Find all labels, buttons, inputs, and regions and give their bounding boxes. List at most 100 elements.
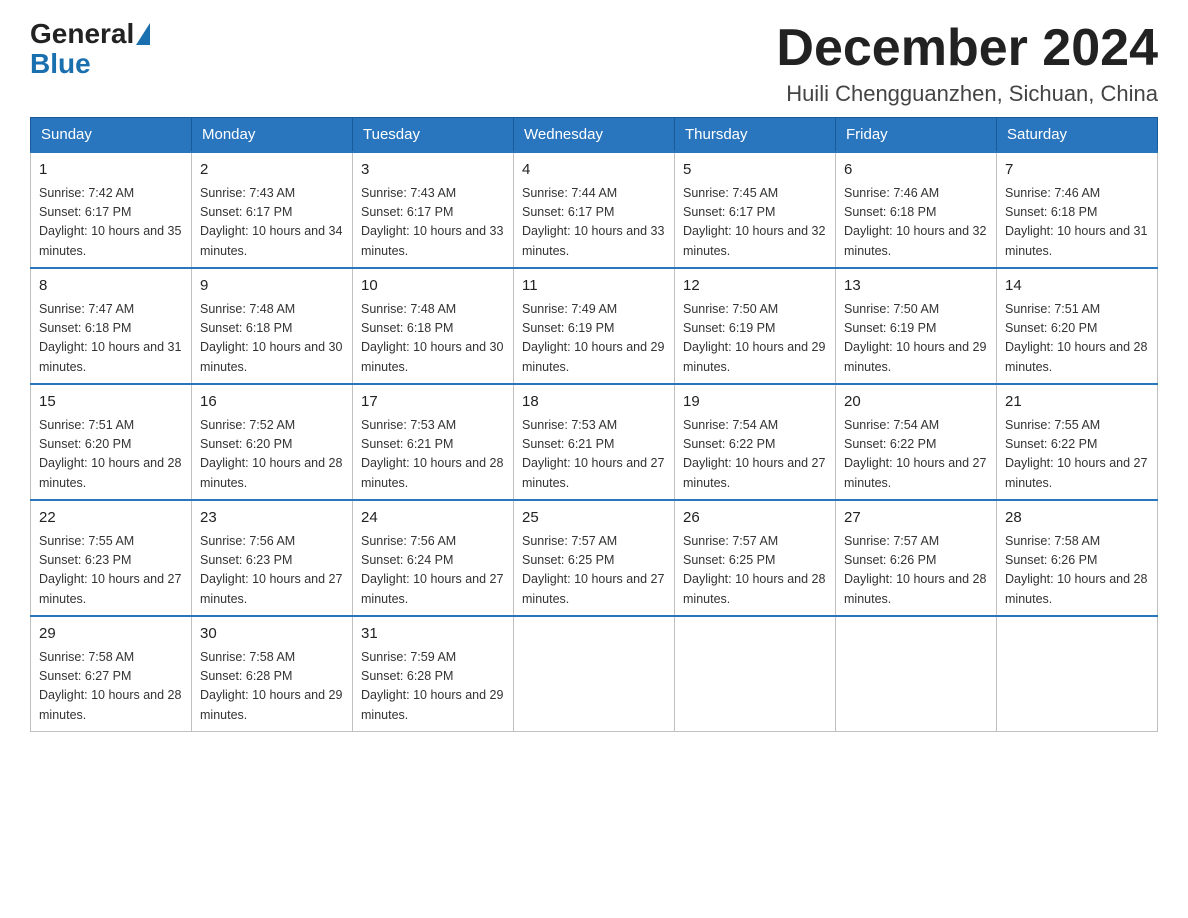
- calendar-day-cell: 7Sunrise: 7:46 AMSunset: 6:18 PMDaylight…: [997, 152, 1158, 268]
- month-year-title: December 2024: [776, 20, 1158, 77]
- calendar-day-cell: 25Sunrise: 7:57 AMSunset: 6:25 PMDayligh…: [514, 500, 675, 616]
- day-number: 30: [200, 623, 344, 646]
- day-number: 14: [1005, 275, 1149, 298]
- calendar-day-cell: 30Sunrise: 7:58 AMSunset: 6:28 PMDayligh…: [192, 616, 353, 732]
- day-info: Sunrise: 7:46 AMSunset: 6:18 PMDaylight:…: [1005, 184, 1149, 262]
- calendar-day-cell: 1Sunrise: 7:42 AMSunset: 6:17 PMDaylight…: [31, 152, 192, 268]
- day-number: 7: [1005, 159, 1149, 182]
- day-info: Sunrise: 7:52 AMSunset: 6:20 PMDaylight:…: [200, 416, 344, 494]
- day-number: 23: [200, 507, 344, 530]
- day-info: Sunrise: 7:43 AMSunset: 6:17 PMDaylight:…: [361, 184, 505, 262]
- calendar-table: SundayMondayTuesdayWednesdayThursdayFrid…: [30, 117, 1158, 732]
- day-number: 22: [39, 507, 183, 530]
- calendar-day-cell: 4Sunrise: 7:44 AMSunset: 6:17 PMDaylight…: [514, 152, 675, 268]
- day-number: 2: [200, 159, 344, 182]
- calendar-week-row: 1Sunrise: 7:42 AMSunset: 6:17 PMDaylight…: [31, 152, 1158, 268]
- day-info: Sunrise: 7:57 AMSunset: 6:25 PMDaylight:…: [683, 532, 827, 610]
- calendar-day-cell: 27Sunrise: 7:57 AMSunset: 6:26 PMDayligh…: [836, 500, 997, 616]
- day-info: Sunrise: 7:59 AMSunset: 6:28 PMDaylight:…: [361, 648, 505, 726]
- calendar-day-cell: 31Sunrise: 7:59 AMSunset: 6:28 PMDayligh…: [353, 616, 514, 732]
- calendar-day-cell: 26Sunrise: 7:57 AMSunset: 6:25 PMDayligh…: [675, 500, 836, 616]
- day-info: Sunrise: 7:48 AMSunset: 6:18 PMDaylight:…: [200, 300, 344, 378]
- day-info: Sunrise: 7:51 AMSunset: 6:20 PMDaylight:…: [1005, 300, 1149, 378]
- logo-blue-text: Blue: [30, 48, 91, 79]
- day-number: 17: [361, 391, 505, 414]
- day-number: 28: [1005, 507, 1149, 530]
- day-info: Sunrise: 7:57 AMSunset: 6:26 PMDaylight:…: [844, 532, 988, 610]
- day-info: Sunrise: 7:53 AMSunset: 6:21 PMDaylight:…: [361, 416, 505, 494]
- day-info: Sunrise: 7:50 AMSunset: 6:19 PMDaylight:…: [683, 300, 827, 378]
- calendar-day-cell: 29Sunrise: 7:58 AMSunset: 6:27 PMDayligh…: [31, 616, 192, 732]
- day-number: 12: [683, 275, 827, 298]
- day-number: 8: [39, 275, 183, 298]
- day-number: 25: [522, 507, 666, 530]
- calendar-day-cell: 10Sunrise: 7:48 AMSunset: 6:18 PMDayligh…: [353, 268, 514, 384]
- day-number: 29: [39, 623, 183, 646]
- day-info: Sunrise: 7:55 AMSunset: 6:22 PMDaylight:…: [1005, 416, 1149, 494]
- calendar-week-row: 22Sunrise: 7:55 AMSunset: 6:23 PMDayligh…: [31, 500, 1158, 616]
- day-number: 6: [844, 159, 988, 182]
- calendar-week-row: 8Sunrise: 7:47 AMSunset: 6:18 PMDaylight…: [31, 268, 1158, 384]
- weekday-header-sunday: Sunday: [31, 118, 192, 153]
- day-number: 3: [361, 159, 505, 182]
- calendar-day-cell: 8Sunrise: 7:47 AMSunset: 6:18 PMDaylight…: [31, 268, 192, 384]
- weekday-header-wednesday: Wednesday: [514, 118, 675, 153]
- day-info: Sunrise: 7:58 AMSunset: 6:28 PMDaylight:…: [200, 648, 344, 726]
- day-number: 10: [361, 275, 505, 298]
- calendar-week-row: 29Sunrise: 7:58 AMSunset: 6:27 PMDayligh…: [31, 616, 1158, 732]
- calendar-day-cell: 22Sunrise: 7:55 AMSunset: 6:23 PMDayligh…: [31, 500, 192, 616]
- day-number: 19: [683, 391, 827, 414]
- day-info: Sunrise: 7:57 AMSunset: 6:25 PMDaylight:…: [522, 532, 666, 610]
- calendar-day-cell: 2Sunrise: 7:43 AMSunset: 6:17 PMDaylight…: [192, 152, 353, 268]
- day-info: Sunrise: 7:47 AMSunset: 6:18 PMDaylight:…: [39, 300, 183, 378]
- calendar-day-cell: 18Sunrise: 7:53 AMSunset: 6:21 PMDayligh…: [514, 384, 675, 500]
- weekday-header-row: SundayMondayTuesdayWednesdayThursdayFrid…: [31, 118, 1158, 153]
- day-info: Sunrise: 7:54 AMSunset: 6:22 PMDaylight:…: [683, 416, 827, 494]
- calendar-day-cell: [675, 616, 836, 732]
- day-info: Sunrise: 7:56 AMSunset: 6:24 PMDaylight:…: [361, 532, 505, 610]
- day-number: 27: [844, 507, 988, 530]
- day-number: 16: [200, 391, 344, 414]
- calendar-day-cell: 21Sunrise: 7:55 AMSunset: 6:22 PMDayligh…: [997, 384, 1158, 500]
- calendar-day-cell: [836, 616, 997, 732]
- day-info: Sunrise: 7:58 AMSunset: 6:26 PMDaylight:…: [1005, 532, 1149, 610]
- logo-general-text: General: [30, 20, 134, 48]
- day-info: Sunrise: 7:45 AMSunset: 6:17 PMDaylight:…: [683, 184, 827, 262]
- day-info: Sunrise: 7:55 AMSunset: 6:23 PMDaylight:…: [39, 532, 183, 610]
- day-info: Sunrise: 7:42 AMSunset: 6:17 PMDaylight:…: [39, 184, 183, 262]
- day-info: Sunrise: 7:50 AMSunset: 6:19 PMDaylight:…: [844, 300, 988, 378]
- calendar-day-cell: 6Sunrise: 7:46 AMSunset: 6:18 PMDaylight…: [836, 152, 997, 268]
- day-number: 20: [844, 391, 988, 414]
- calendar-day-cell: 14Sunrise: 7:51 AMSunset: 6:20 PMDayligh…: [997, 268, 1158, 384]
- day-info: Sunrise: 7:53 AMSunset: 6:21 PMDaylight:…: [522, 416, 666, 494]
- calendar-day-cell: 3Sunrise: 7:43 AMSunset: 6:17 PMDaylight…: [353, 152, 514, 268]
- calendar-day-cell: 24Sunrise: 7:56 AMSunset: 6:24 PMDayligh…: [353, 500, 514, 616]
- calendar-day-cell: 23Sunrise: 7:56 AMSunset: 6:23 PMDayligh…: [192, 500, 353, 616]
- calendar-day-cell: 9Sunrise: 7:48 AMSunset: 6:18 PMDaylight…: [192, 268, 353, 384]
- calendar-day-cell: 13Sunrise: 7:50 AMSunset: 6:19 PMDayligh…: [836, 268, 997, 384]
- calendar-day-cell: [997, 616, 1158, 732]
- day-number: 4: [522, 159, 666, 182]
- calendar-day-cell: 15Sunrise: 7:51 AMSunset: 6:20 PMDayligh…: [31, 384, 192, 500]
- weekday-header-tuesday: Tuesday: [353, 118, 514, 153]
- day-info: Sunrise: 7:56 AMSunset: 6:23 PMDaylight:…: [200, 532, 344, 610]
- day-number: 15: [39, 391, 183, 414]
- day-number: 31: [361, 623, 505, 646]
- day-info: Sunrise: 7:58 AMSunset: 6:27 PMDaylight:…: [39, 648, 183, 726]
- day-number: 21: [1005, 391, 1149, 414]
- calendar-day-cell: 17Sunrise: 7:53 AMSunset: 6:21 PMDayligh…: [353, 384, 514, 500]
- calendar-day-cell: 16Sunrise: 7:52 AMSunset: 6:20 PMDayligh…: [192, 384, 353, 500]
- location-subtitle: Huili Chengguanzhen, Sichuan, China: [776, 81, 1158, 107]
- calendar-day-cell: 28Sunrise: 7:58 AMSunset: 6:26 PMDayligh…: [997, 500, 1158, 616]
- day-info: Sunrise: 7:44 AMSunset: 6:17 PMDaylight:…: [522, 184, 666, 262]
- day-info: Sunrise: 7:43 AMSunset: 6:17 PMDaylight:…: [200, 184, 344, 262]
- weekday-header-thursday: Thursday: [675, 118, 836, 153]
- day-number: 26: [683, 507, 827, 530]
- calendar-day-cell: 11Sunrise: 7:49 AMSunset: 6:19 PMDayligh…: [514, 268, 675, 384]
- day-number: 18: [522, 391, 666, 414]
- day-number: 9: [200, 275, 344, 298]
- weekday-header-saturday: Saturday: [997, 118, 1158, 153]
- day-number: 24: [361, 507, 505, 530]
- day-info: Sunrise: 7:51 AMSunset: 6:20 PMDaylight:…: [39, 416, 183, 494]
- day-info: Sunrise: 7:54 AMSunset: 6:22 PMDaylight:…: [844, 416, 988, 494]
